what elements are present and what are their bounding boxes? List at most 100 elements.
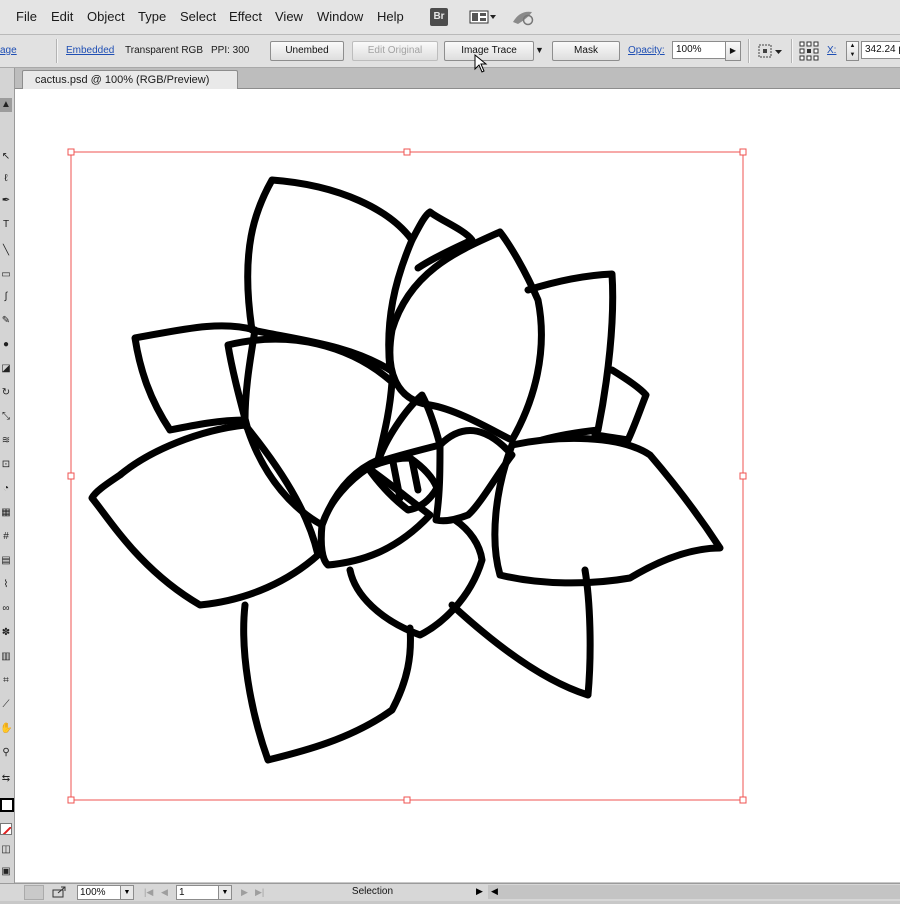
image-trace-button[interactable]: Image Trace xyxy=(444,41,534,61)
tools-panel: ▲ ↖ ℓ ✒ T ╲ ▭ ∫ ✎ ● ◪ ↻ ⤡ ≋ ⊡ ◔ ▦ # ▤ ⌇ … xyxy=(0,68,15,883)
scroll-left-arrow-icon[interactable]: ◀ xyxy=(491,886,498,897)
swap-colors-icon[interactable]: ⇆ xyxy=(0,772,12,786)
divider xyxy=(791,39,793,63)
last-artboard-icon[interactable]: ▶| xyxy=(255,886,264,898)
menu-object[interactable]: Object xyxy=(87,9,125,25)
zoom-dropdown-icon[interactable]: ▼ xyxy=(120,885,134,900)
share-icon[interactable] xyxy=(52,885,68,899)
succulent-artwork[interactable] xyxy=(15,89,900,882)
align-grid-icon xyxy=(758,44,782,58)
none-slash-icon xyxy=(2,826,11,834)
ppi-label: PPI: 300 xyxy=(211,45,250,56)
artboard-canvas[interactable] xyxy=(15,89,900,882)
x-position-label[interactable]: X: xyxy=(827,45,836,57)
resize-handle[interactable] xyxy=(67,796,75,804)
none-color-swatch[interactable] xyxy=(0,823,12,835)
transform-reference-point[interactable] xyxy=(799,41,819,61)
menu-bar: File Edit Object Type Select Effect View… xyxy=(0,0,900,35)
unembed-button[interactable]: Unembed xyxy=(270,41,344,61)
mask-button[interactable]: Mask xyxy=(552,41,620,61)
resize-handle[interactable] xyxy=(739,796,747,804)
succulent-outline xyxy=(88,176,724,764)
lasso-tool-icon[interactable]: ℓ xyxy=(0,172,12,186)
menu-window[interactable]: Window xyxy=(317,9,363,25)
screen-mode-icon[interactable]: ▣ xyxy=(0,865,12,879)
gpu-performance-button[interactable] xyxy=(510,8,536,26)
mouse-cursor-icon xyxy=(474,54,488,73)
menu-file[interactable]: File xyxy=(16,9,37,25)
align-options-button[interactable] xyxy=(757,42,785,60)
width-tool-icon[interactable]: ≋ xyxy=(0,434,12,448)
blend-tool-icon[interactable]: ∞ xyxy=(0,602,12,616)
next-artboard-icon[interactable]: ▶ xyxy=(241,886,248,898)
zoom-tool-icon[interactable]: ⚲ xyxy=(0,746,12,760)
menu-help[interactable]: Help xyxy=(377,9,404,25)
artboard-tool-icon[interactable]: ⌗ xyxy=(0,674,12,688)
arrange-documents-button[interactable] xyxy=(469,8,497,26)
status-tool-label: Selection xyxy=(351,886,394,897)
pencil-tool-icon[interactable]: ✎ xyxy=(0,314,12,328)
rectangle-tool-icon[interactable]: ▭ xyxy=(0,268,12,282)
menu-effect[interactable]: Effect xyxy=(229,9,262,25)
menu-edit[interactable]: Edit xyxy=(51,9,73,25)
menu-view[interactable]: View xyxy=(275,9,303,25)
eyedropper-tool-icon[interactable]: ⌇ xyxy=(0,578,12,592)
arrange-documents-icon xyxy=(469,10,496,24)
opacity-arrow-button[interactable]: ▶ xyxy=(725,41,741,61)
scale-tool-icon[interactable]: ⤡ xyxy=(0,410,12,424)
control-bar: age Embedded Transparent RGB PPI: 300 Un… xyxy=(0,35,900,68)
hand-tool-icon[interactable]: ✋ xyxy=(0,722,12,736)
x-position-input[interactable]: 342.24 p xyxy=(861,41,900,59)
graph-tool-icon[interactable]: ▥ xyxy=(0,650,12,664)
slice-tool-icon[interactable]: ⟋ xyxy=(0,698,12,712)
fill-stroke-swatch[interactable] xyxy=(0,798,14,812)
symbol-sprayer-tool-icon[interactable]: ✽ xyxy=(0,626,12,640)
resize-handle[interactable] xyxy=(403,796,411,804)
menu-type[interactable]: Type xyxy=(138,9,166,25)
rocket-icon xyxy=(513,11,534,26)
paintbrush-tool-icon[interactable]: ∫ xyxy=(0,290,12,304)
selection-tool-icon[interactable]: ▲ xyxy=(0,98,12,112)
type-tool-icon[interactable]: T xyxy=(0,218,12,232)
artboard-number-input[interactable]: 1 xyxy=(176,885,220,900)
status-menu-arrow-icon[interactable]: ▶ xyxy=(476,886,483,897)
perspective-grid-tool-icon[interactable]: ▦ xyxy=(0,506,12,520)
mesh-tool-icon[interactable]: # xyxy=(0,530,12,544)
color-mode-label: Transparent RGB xyxy=(125,45,203,56)
line-tool-icon[interactable]: ╲ xyxy=(0,244,12,258)
x-position-stepper[interactable]: ▲ ▼ xyxy=(846,41,859,61)
previous-artboard-icon[interactable]: ◀ xyxy=(161,886,168,898)
direct-selection-tool-icon[interactable]: ↖ xyxy=(0,150,12,164)
drawing-mode-icon[interactable]: ◫ xyxy=(0,843,12,857)
menu-select[interactable]: Select xyxy=(180,9,216,25)
image-trace-dropdown-icon[interactable]: ▼ xyxy=(535,44,544,56)
resize-handle[interactable] xyxy=(739,472,747,480)
eraser-tool-icon[interactable]: ◪ xyxy=(0,362,12,376)
opacity-label[interactable]: Opacity: xyxy=(628,45,665,57)
document-tab-bar: cactus.psd @ 100% (RGB/Preview) xyxy=(15,68,900,89)
zoom-input[interactable]: 100% xyxy=(77,885,123,900)
linked-file-link[interactable]: age xyxy=(0,45,17,57)
status-button[interactable] xyxy=(24,885,44,900)
document-tab[interactable]: cactus.psd @ 100% (RGB/Preview) xyxy=(22,70,238,89)
pen-tool-icon[interactable]: ✒ xyxy=(0,194,12,208)
shape-builder-tool-icon[interactable]: ◔ xyxy=(0,482,12,496)
document-tab-title: cactus.psd @ 100% (RGB/Preview) xyxy=(35,74,210,86)
resize-handle[interactable] xyxy=(67,472,75,480)
horizontal-scrollbar[interactable]: ◀ xyxy=(488,885,900,899)
resize-handle[interactable] xyxy=(739,148,747,156)
free-transform-tool-icon[interactable]: ⊡ xyxy=(0,458,12,472)
bridge-button[interactable]: Br xyxy=(430,8,448,26)
reference-point-icon xyxy=(799,41,819,61)
artboard-dropdown-icon[interactable]: ▼ xyxy=(218,885,232,900)
edit-original-button[interactable]: Edit Original xyxy=(352,41,438,61)
first-artboard-icon[interactable]: |◀ xyxy=(144,886,153,898)
opacity-input[interactable]: 100% xyxy=(672,41,728,59)
embedded-link[interactable]: Embedded xyxy=(66,45,114,57)
rotate-tool-icon[interactable]: ↻ xyxy=(0,386,12,400)
blob-brush-tool-icon[interactable]: ● xyxy=(0,338,12,352)
divider xyxy=(748,39,750,63)
gradient-tool-icon[interactable]: ▤ xyxy=(0,554,12,568)
resize-handle[interactable] xyxy=(67,148,75,156)
resize-handle[interactable] xyxy=(403,148,411,156)
